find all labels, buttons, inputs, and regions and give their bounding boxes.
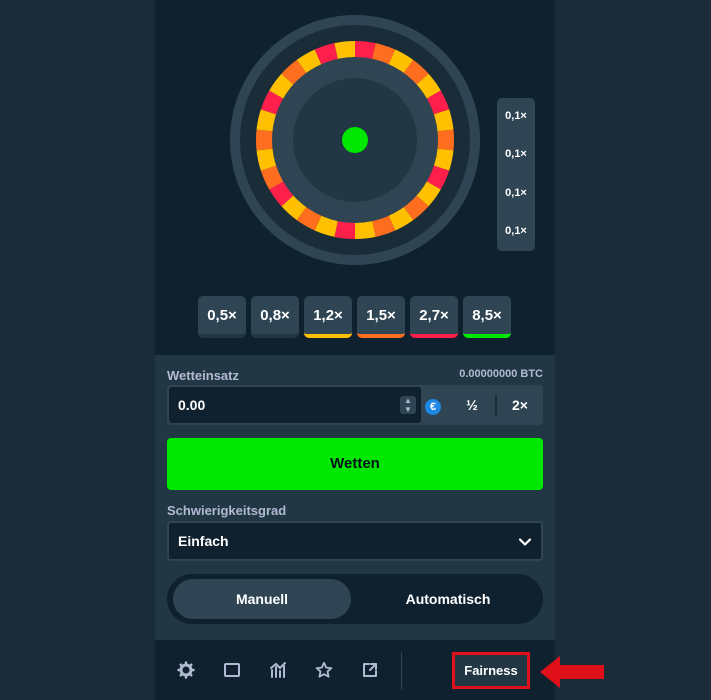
wheel-segment: [255, 129, 274, 151]
history-item: 0,1×: [505, 225, 527, 237]
difficulty-label: Schwierigkeitsgrad: [167, 503, 287, 518]
difficulty-value: Einfach: [178, 533, 229, 549]
half-bet-button[interactable]: ½: [447, 385, 497, 425]
wheel-center-dot: [342, 127, 368, 153]
fairness-button[interactable]: Fairness: [452, 652, 530, 689]
mode-toggle: Manuell Automatisch: [167, 574, 543, 624]
bet-controls: Wetteinsatz 0.00000000 BTC 0.00 ▲ ▼ € ½ …: [155, 355, 555, 640]
multiplier-0: 0,5×: [198, 296, 246, 338]
bet-amount-label: Wetteinsatz: [167, 368, 239, 383]
gear-icon[interactable]: [177, 661, 195, 679]
history-item: 0,1×: [505, 110, 527, 122]
wheel-segment: [334, 41, 355, 60]
wheel: [230, 15, 480, 265]
wheel-game-area: 0,1× 0,1× 0,1× 0,1× 0,5× 0,8× 1,2× 1,5× …: [155, 0, 555, 355]
chevron-up-icon: ▲: [404, 396, 412, 405]
difficulty-select[interactable]: Einfach: [167, 521, 543, 561]
euro-coin-icon: €: [425, 399, 441, 415]
multiplier-3: 1,5×: [357, 296, 405, 338]
chevron-down-icon: [518, 538, 532, 546]
btc-amount: 0.00000000 BTC: [459, 368, 543, 380]
chart-icon[interactable]: [269, 661, 287, 679]
bet-amount-value: 0.00: [178, 397, 206, 413]
bet-amount-input[interactable]: 0.00 ▲ ▼ €: [169, 387, 441, 423]
chevron-down-icon: ▼: [404, 405, 412, 414]
star-icon[interactable]: [315, 661, 333, 679]
footer-divider: [401, 652, 402, 690]
multiplier-4: 2,7×: [410, 296, 458, 338]
window-icon[interactable]: [223, 661, 241, 679]
bet-amount-stepper[interactable]: ▲ ▼: [400, 396, 416, 414]
multiplier-1: 0,8×: [251, 296, 299, 338]
wheel-segment: [334, 220, 355, 239]
multiplier-5: 8,5×: [463, 296, 511, 338]
history-item: 0,1×: [505, 148, 527, 160]
bet-amount-group: 0.00 ▲ ▼ € ½ 2×: [167, 385, 543, 425]
bet-button[interactable]: Wetten: [167, 438, 543, 490]
result-history: 0,1× 0,1× 0,1× 0,1×: [497, 98, 535, 251]
wheel-segment: [436, 129, 455, 151]
wheel-segment: [355, 41, 376, 60]
footer-bar: Fairness: [155, 640, 555, 700]
mode-auto-tab[interactable]: Automatisch: [359, 579, 537, 619]
double-bet-button[interactable]: 2×: [497, 385, 543, 425]
red-arrow-annotation: [540, 656, 604, 688]
wheel-segment: [355, 220, 376, 239]
multiplier-2: 1,2×: [304, 296, 352, 338]
external-link-icon[interactable]: [361, 661, 379, 679]
mode-manual-tab[interactable]: Manuell: [173, 579, 351, 619]
history-item: 0,1×: [505, 187, 527, 199]
